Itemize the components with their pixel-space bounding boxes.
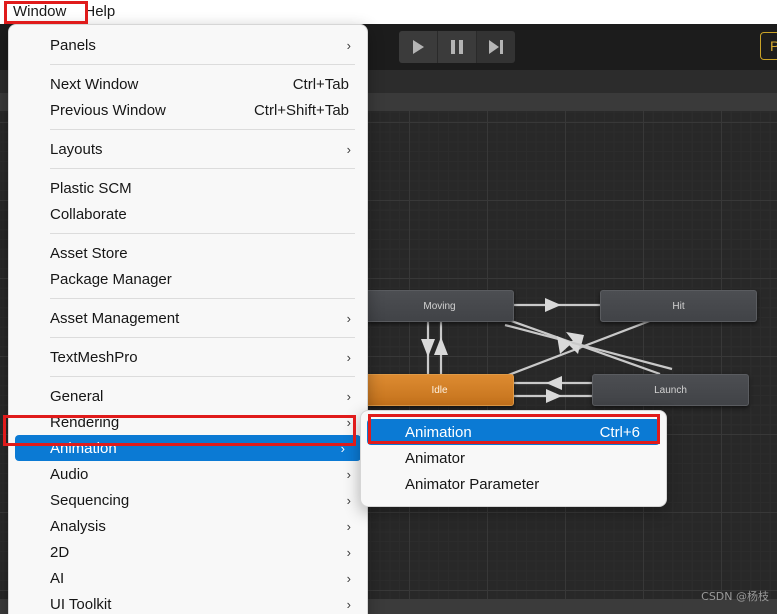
pause-icon (451, 40, 463, 54)
animator-state-label: Hit (672, 300, 685, 312)
animation-submenu[interactable]: Animation Ctrl+6 Animator Animator Param… (360, 410, 667, 507)
menu-item-label: Analysis (50, 517, 106, 535)
menu-item-label: Animation (50, 439, 117, 457)
menu-separator (50, 298, 355, 299)
menu-item-analysis[interactable]: Analysis › (9, 513, 367, 539)
menu-item-textmeshpro[interactable]: TextMeshPro › (9, 344, 367, 370)
screenshot-root: Pro .ln { stroke: #c9c9c9; stroke-width:… (0, 0, 777, 614)
menu-item-package-manager[interactable]: Package Manager (9, 266, 367, 292)
animator-state-launch[interactable]: Launch (592, 374, 749, 406)
menu-separator (50, 376, 355, 377)
menu-item-2d[interactable]: 2D › (9, 539, 367, 565)
menu-item-sequencing[interactable]: Sequencing › (9, 487, 367, 513)
chevron-right-icon: › (340, 440, 345, 456)
menu-item-label: Package Manager (50, 270, 172, 288)
chevron-right-icon: › (346, 518, 351, 534)
menu-item-general[interactable]: General › (9, 383, 367, 409)
chevron-right-icon: › (346, 492, 351, 508)
menu-item-panels[interactable]: Panels › (9, 32, 367, 58)
chevron-right-icon: › (346, 349, 351, 365)
animator-state-label: Launch (654, 384, 687, 396)
chevron-right-icon: › (346, 141, 351, 157)
chevron-right-icon: › (346, 466, 351, 482)
menu-item-shortcut: Ctrl+Tab (292, 75, 349, 93)
menu-separator (50, 64, 355, 65)
menu-item-rendering[interactable]: Rendering › (9, 409, 367, 435)
menu-item-label: AI (50, 569, 65, 587)
menu-item-label: Layouts (50, 140, 103, 158)
menu-item-label: Animation (405, 423, 472, 441)
chevron-right-icon: › (346, 414, 351, 430)
chevron-right-icon: › (346, 37, 351, 53)
watermark: CSDN @杨枝 (701, 590, 769, 603)
menu-item-asset-management[interactable]: Asset Management › (9, 305, 367, 331)
menu-item-plastic-scm[interactable]: Plastic SCM (9, 175, 367, 201)
menu-item-label: Plastic SCM (50, 179, 132, 197)
animator-state-hit[interactable]: Hit (600, 290, 757, 322)
chevron-right-icon: › (346, 596, 351, 612)
menu-item-label: UI Toolkit (50, 595, 112, 613)
menu-item-label: Collaborate (50, 205, 127, 223)
pro-button[interactable]: Pro (760, 32, 777, 60)
menu-item-audio[interactable]: Audio › (9, 461, 367, 487)
pause-button[interactable] (438, 31, 477, 63)
menu-item-label: Animator Parameter (405, 475, 540, 493)
menu-separator (50, 337, 355, 338)
menu-item-label: Panels (50, 36, 96, 54)
animator-state-idle[interactable]: Idle (365, 374, 514, 406)
menu-item-previous-window[interactable]: Previous Window Ctrl+Shift+Tab (9, 97, 367, 123)
menu-item-ai[interactable]: AI › (9, 565, 367, 591)
chevron-right-icon: › (346, 310, 351, 326)
chevron-right-icon: › (346, 570, 351, 586)
submenu-item-animation[interactable]: Animation Ctrl+6 (367, 419, 660, 445)
menu-item-shortcut: Ctrl+6 (599, 423, 640, 441)
menu-item-animation[interactable]: Animation › (15, 435, 361, 461)
menu-item-collaborate[interactable]: Collaborate (9, 201, 367, 227)
menu-item-ui-toolkit[interactable]: UI Toolkit › (9, 591, 367, 614)
menu-separator (50, 233, 355, 234)
menu-item-label: TextMeshPro (50, 348, 138, 366)
animator-state-moving[interactable]: Moving (365, 290, 514, 322)
menu-item-label: Sequencing (50, 491, 130, 509)
playmode-button-group (399, 31, 515, 63)
menu-item-asset-store[interactable]: Asset Store (9, 240, 367, 266)
menu-item-label: 2D (50, 543, 70, 561)
menu-item-label: Previous Window (50, 101, 166, 119)
menubar-item-window[interactable]: Window (4, 1, 75, 23)
menubar-item-label: Window (13, 3, 67, 20)
menu-item-label: Asset Store (50, 244, 128, 262)
menubar-item-label: Help (84, 3, 116, 20)
menu-item-label: Audio (50, 465, 89, 483)
menu-separator (50, 129, 355, 130)
submenu-item-animator-parameter[interactable]: Animator Parameter (361, 471, 666, 497)
menu-item-label: Rendering (50, 413, 120, 431)
menu-item-label: Asset Management (50, 309, 180, 327)
animator-state-label: Moving (423, 300, 456, 312)
menubar: Window Help (0, 0, 124, 24)
menu-item-layouts[interactable]: Layouts › (9, 136, 367, 162)
play-icon (412, 40, 424, 54)
step-forward-icon (489, 40, 503, 54)
menu-item-label: Next Window (50, 75, 139, 93)
menubar-item-help[interactable]: Help (75, 1, 124, 23)
menu-item-label: Animator (405, 449, 466, 467)
menu-item-label: General (50, 387, 104, 405)
window-dropdown-menu[interactable]: Panels › Next Window Ctrl+Tab Previous W… (8, 24, 368, 614)
menu-item-shortcut: Ctrl+Shift+Tab (253, 101, 349, 119)
chevron-right-icon: › (346, 544, 351, 560)
play-button[interactable] (399, 31, 438, 63)
menu-separator (50, 168, 355, 169)
step-button[interactable] (477, 31, 515, 63)
menu-item-next-window[interactable]: Next Window Ctrl+Tab (9, 71, 367, 97)
chevron-right-icon: › (346, 388, 351, 404)
submenu-item-animator[interactable]: Animator (361, 445, 666, 471)
animator-state-label: Idle (431, 384, 448, 396)
